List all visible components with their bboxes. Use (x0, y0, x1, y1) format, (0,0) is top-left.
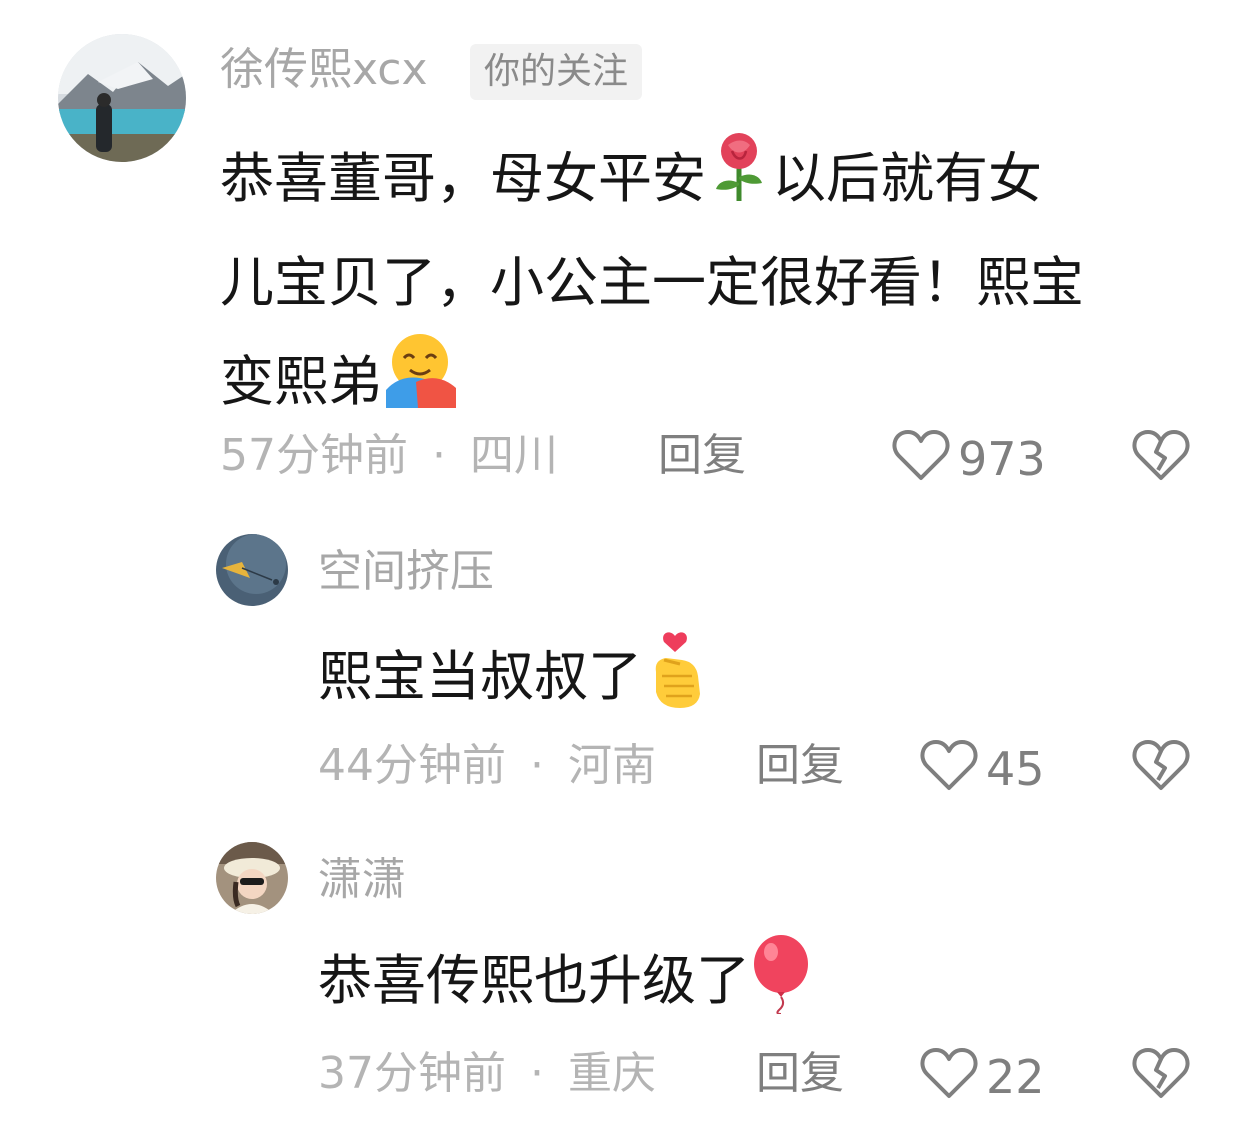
timestamp: 44分钟前 (318, 740, 506, 791)
reply-button[interactable]: 回复 (658, 434, 746, 478)
comment-meta: 37分钟前 · 重庆 (318, 1052, 656, 1096)
separator: · (530, 1048, 544, 1099)
avatar[interactable] (58, 34, 186, 162)
username[interactable]: 空间挤压 (318, 550, 494, 594)
separator: · (432, 430, 446, 481)
like-count: 973 (958, 431, 1046, 486)
avatar[interactable] (216, 842, 288, 914)
broken-heart-icon (1132, 740, 1190, 796)
comment-meta: 44分钟前 · 河南 (318, 744, 656, 788)
broken-heart-icon (1132, 430, 1190, 486)
location: 重庆 (568, 1048, 656, 1099)
like-button[interactable]: 45 (920, 738, 1045, 799)
rose-emoji (706, 131, 772, 234)
like-count: 22 (986, 1049, 1045, 1104)
dislike-button[interactable] (1132, 428, 1190, 486)
location: 四川 (470, 430, 558, 481)
like-count: 45 (986, 741, 1045, 796)
heart-icon (892, 428, 950, 489)
comment-meta: 57分钟前 · 四川 (220, 434, 558, 478)
hugging-face-emoji (382, 332, 458, 439)
reply-button[interactable]: 回复 (756, 1052, 844, 1096)
separator: · (530, 740, 544, 791)
avatar[interactable] (216, 534, 288, 606)
comment-2: 空间挤压 熙宝当叔叔了 44分钟前 · 河南 回复 45 (0, 500, 1260, 810)
reply-button[interactable]: 回复 (756, 744, 844, 788)
dislike-button[interactable] (1132, 738, 1190, 796)
like-button[interactable]: 22 (920, 1046, 1045, 1107)
location: 河南 (568, 740, 656, 791)
balloon-emoji (750, 934, 812, 1035)
dislike-button[interactable] (1132, 1046, 1190, 1104)
like-button[interactable]: 973 (892, 428, 1046, 489)
comment-3: 潇潇 恭喜传熙也升级了 37分钟前 · 重庆 回复 22 (0, 810, 1260, 1126)
comment-text: 熙宝当叔叔了 (318, 630, 708, 731)
finger-heart-emoji (642, 630, 708, 731)
comment-text: 恭喜传熙也升级了 (318, 934, 812, 1035)
username[interactable]: 徐传熙xcx (220, 48, 428, 92)
heart-icon (920, 738, 978, 799)
timestamp: 37分钟前 (318, 1048, 506, 1099)
follow-badge: 你的关注 (470, 44, 643, 100)
broken-heart-icon (1132, 1048, 1190, 1104)
heart-icon (920, 1046, 978, 1107)
username[interactable]: 潇潇 (318, 858, 406, 902)
comment-1: 徐传熙xcx 你的关注 恭喜董哥，母女平安 以后就有女 儿宝贝了，小公主一定很好… (0, 0, 1260, 500)
timestamp: 57分钟前 (220, 430, 408, 481)
comment-text: 恭喜董哥，母女平安 以后就有女 儿宝贝了，小公主一定很好看！熙宝 变熙弟 (220, 130, 1084, 439)
